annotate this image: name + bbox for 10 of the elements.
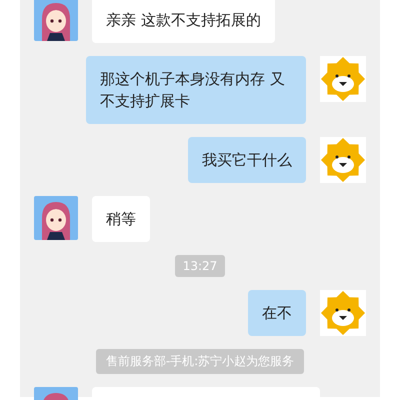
message-bubble: 稍等 [92, 196, 150, 242]
message-bubble: 在不 [248, 290, 306, 336]
cartoon-girl-avatar-icon [34, 0, 78, 41]
message-bubble: 那这个机子本身没有内存 又不支持扩展卡 [86, 56, 306, 124]
lion-avatar-icon [320, 56, 366, 102]
message-bubble: 我买它干什么 [188, 137, 306, 183]
lion-avatar-icon [320, 137, 366, 183]
cartoon-girl-avatar-icon [34, 196, 78, 240]
lion-avatar-icon [320, 290, 366, 336]
message-bubble: 亲亲 这款不支持拓展的 [92, 0, 275, 43]
